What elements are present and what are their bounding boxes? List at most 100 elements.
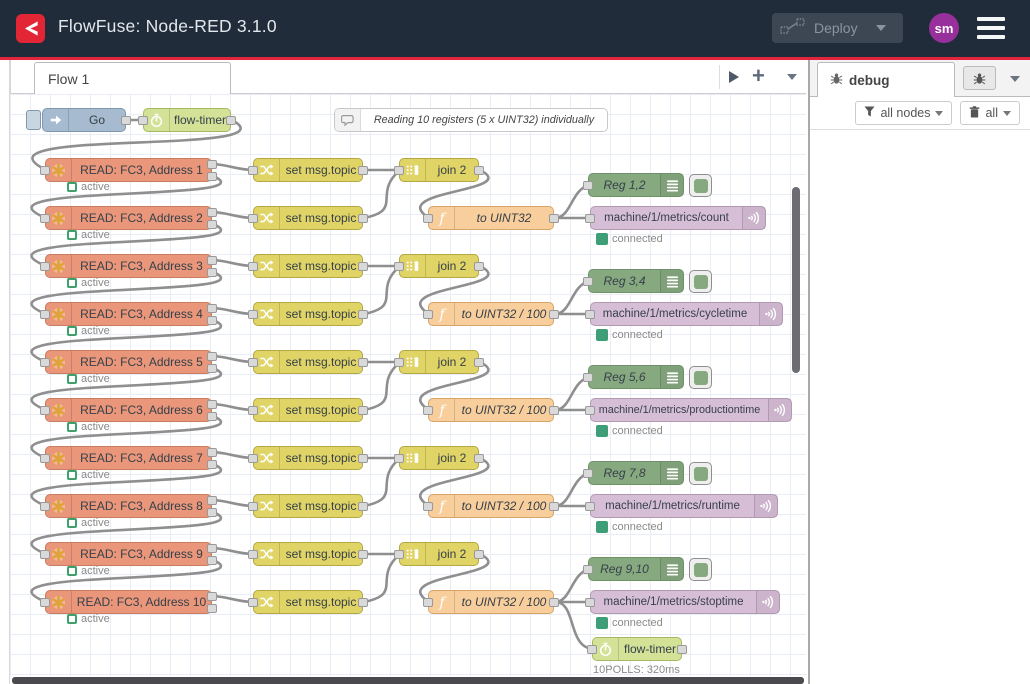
input-port[interactable] (248, 166, 258, 175)
node-set-8[interactable]: set msg.topic (253, 494, 363, 518)
input-port[interactable] (583, 373, 593, 382)
node-func-5[interactable]: fto UINT32 / 100 (428, 590, 554, 614)
canvas-horizontal-scrollbar[interactable] (12, 677, 804, 684)
node-reg-1[interactable]: Reg 1,2 (588, 173, 684, 197)
node-read-10[interactable]: READ: FC3, Address 10 (45, 590, 212, 614)
output-port[interactable] (207, 364, 217, 373)
output-port[interactable] (207, 316, 217, 325)
output-port[interactable] (207, 508, 217, 517)
output-port[interactable] (207, 352, 217, 361)
input-port[interactable] (40, 598, 50, 607)
input-port[interactable] (40, 262, 50, 271)
input-port[interactable] (40, 166, 50, 175)
node-mqtt-5[interactable]: machine/1/metrics/stoptime (590, 590, 780, 614)
node-reg-3[interactable]: Reg 5,6 (588, 365, 684, 389)
input-port[interactable] (248, 262, 258, 271)
input-port[interactable] (40, 454, 50, 463)
output-port[interactable] (474, 262, 484, 271)
output-port[interactable] (677, 645, 687, 654)
node-join-3[interactable]: join 2 (399, 350, 479, 374)
node-set-6[interactable]: set msg.topic (253, 398, 363, 422)
input-port[interactable] (40, 550, 50, 559)
output-port[interactable] (207, 304, 217, 313)
output-port[interactable] (207, 460, 217, 469)
node-func-1[interactable]: fto UINT32 (428, 206, 554, 230)
input-port[interactable] (248, 550, 258, 559)
node-read-7[interactable]: READ: FC3, Address 7 (45, 446, 212, 470)
debug-toggle-button[interactable] (689, 174, 712, 197)
input-port[interactable] (248, 214, 258, 223)
sidebar-dropdown-icon[interactable] (1010, 76, 1020, 82)
output-port[interactable] (358, 166, 368, 175)
input-port[interactable] (40, 358, 50, 367)
node-read-3[interactable]: READ: FC3, Address 3 (45, 254, 212, 278)
user-avatar[interactable]: sm (929, 13, 959, 43)
tabbar-dropdown-icon[interactable] (787, 74, 797, 80)
output-port[interactable] (207, 544, 217, 553)
output-port[interactable] (358, 358, 368, 367)
output-port[interactable] (207, 604, 217, 613)
node-mqtt-2[interactable]: machine/1/metrics/cycletime (590, 302, 783, 326)
input-port[interactable] (248, 454, 258, 463)
input-port[interactable] (40, 406, 50, 415)
tab-flow-1[interactable]: Flow 1 (34, 62, 231, 94)
input-port[interactable] (394, 454, 404, 463)
input-port[interactable] (423, 406, 433, 415)
output-port[interactable] (358, 550, 368, 559)
wire[interactable] (555, 602, 593, 649)
deploy-caret-icon[interactable] (876, 25, 886, 31)
input-port[interactable] (40, 310, 50, 319)
node-read-9[interactable]: READ: FC3, Address 9 (45, 542, 212, 566)
main-menu-button[interactable] (977, 17, 1005, 39)
output-port[interactable] (207, 400, 217, 409)
input-port[interactable] (423, 310, 433, 319)
output-port[interactable] (121, 116, 131, 125)
node-read-1[interactable]: READ: FC3, Address 1 (45, 158, 212, 182)
output-port[interactable] (207, 172, 217, 181)
input-port[interactable] (40, 214, 50, 223)
output-port[interactable] (207, 496, 217, 505)
input-port[interactable] (587, 645, 597, 654)
node-read-4[interactable]: READ: FC3, Address 4 (45, 302, 212, 326)
debug-toggle-button[interactable] (689, 462, 712, 485)
node-flowtimer-bottom[interactable]: flow-timer (592, 637, 682, 661)
flow-canvas[interactable]: Goflow-timerReading 10 registers (5 x UI… (10, 94, 806, 676)
node-reg-4[interactable]: Reg 7,8 (588, 461, 684, 485)
node-read-5[interactable]: READ: FC3, Address 5 (45, 350, 212, 374)
debug-filter-bug-button[interactable] (963, 66, 996, 90)
output-port[interactable] (358, 502, 368, 511)
input-port[interactable] (585, 310, 595, 319)
node-read-6[interactable]: READ: FC3, Address 6 (45, 398, 212, 422)
output-port[interactable] (207, 556, 217, 565)
node-mqtt-1[interactable]: machine/1/metrics/count (590, 206, 766, 230)
input-port[interactable] (248, 502, 258, 511)
output-port[interactable] (474, 166, 484, 175)
output-port[interactable] (358, 454, 368, 463)
node-set-2[interactable]: set msg.topic (253, 206, 363, 230)
node-func-3[interactable]: fto UINT32 / 100 (428, 398, 554, 422)
node-reg-2[interactable]: Reg 3,4 (588, 269, 684, 293)
output-port[interactable] (358, 406, 368, 415)
output-port[interactable] (207, 412, 217, 421)
add-flow-button[interactable]: + (752, 63, 765, 89)
output-port[interactable] (474, 358, 484, 367)
node-set-5[interactable]: set msg.topic (253, 350, 363, 374)
output-port[interactable] (207, 256, 217, 265)
node-set-9[interactable]: set msg.topic (253, 542, 363, 566)
wire[interactable] (364, 554, 400, 602)
input-port[interactable] (423, 502, 433, 511)
node-set-3[interactable]: set msg.topic (253, 254, 363, 278)
output-port[interactable] (226, 116, 236, 125)
node-inject-go[interactable]: Go (42, 108, 126, 132)
input-port[interactable] (585, 214, 595, 223)
output-port[interactable] (207, 220, 217, 229)
input-port[interactable] (138, 116, 148, 125)
input-port[interactable] (423, 214, 433, 223)
input-port[interactable] (423, 598, 433, 607)
output-port[interactable] (358, 262, 368, 271)
node-set-1[interactable]: set msg.topic (253, 158, 363, 182)
debug-toggle-button[interactable] (689, 270, 712, 293)
node-join-5[interactable]: join 2 (399, 542, 479, 566)
input-port[interactable] (248, 310, 258, 319)
wire[interactable] (364, 266, 400, 314)
